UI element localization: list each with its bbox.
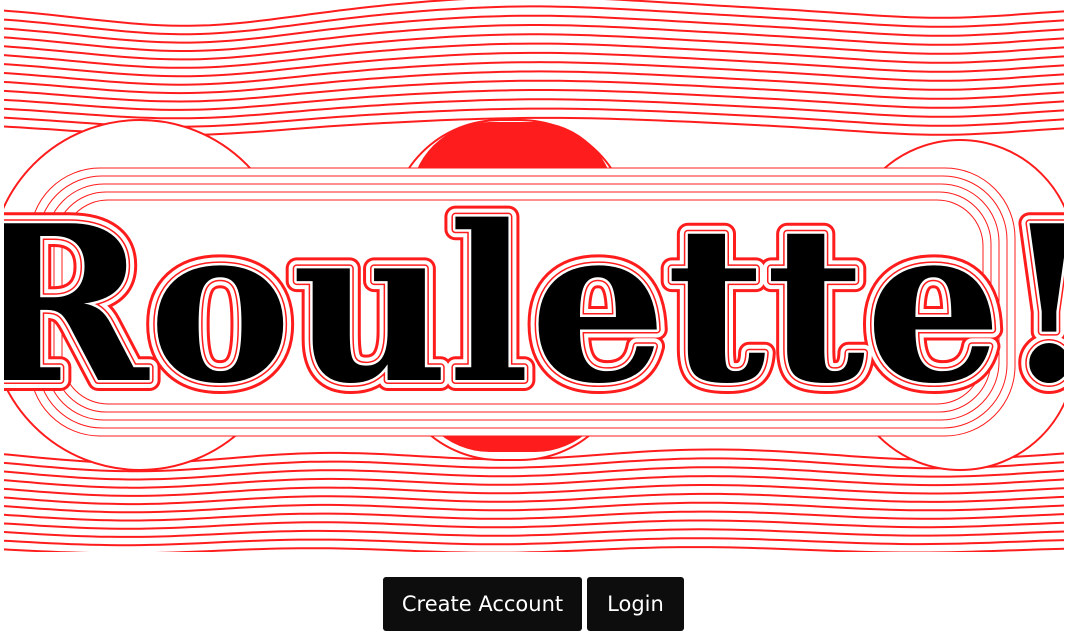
hero-title: Roulette! [0, 178, 1069, 431]
create-account-button[interactable]: Create Account [383, 577, 582, 631]
hero-artwork: Roulette! Roulette! Roulette! Roulette! … [0, 0, 1069, 552]
hero-banner: Roulette! Roulette! Roulette! Roulette! … [0, 0, 1069, 552]
login-button[interactable]: Login [587, 577, 684, 631]
auth-actions: Create Account Login [0, 577, 1069, 631]
page: Roulette! Roulette! Roulette! Roulette! … [0, 0, 1069, 637]
